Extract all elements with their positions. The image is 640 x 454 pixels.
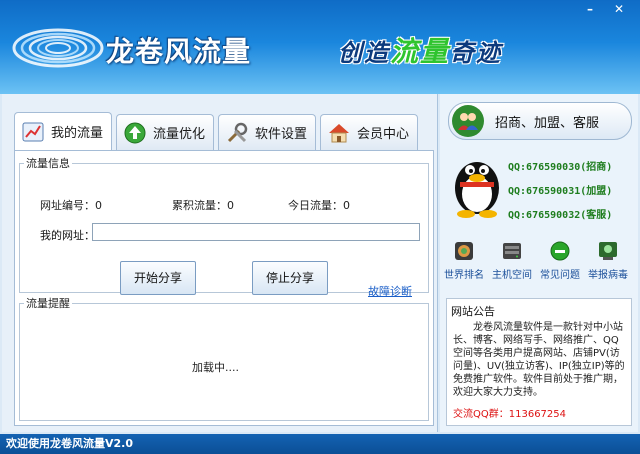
quick-link-report-virus[interactable]: 举报病毒 — [584, 240, 632, 281]
home-icon — [329, 123, 350, 142]
tornado-logo-icon — [12, 28, 104, 68]
slogan-part-1: 创造 — [338, 39, 390, 67]
close-button[interactable]: ✕ — [604, 2, 634, 18]
contact-label: 招商、加盟、客服 — [495, 115, 600, 131]
qq-contact-list: QQ:676590030(招商) QQ:676590031(加盟) QQ:676… — [508, 156, 612, 228]
app-header: 龙卷风流量 创造流量奇迹 – ✕ — [0, 0, 640, 94]
slogan-part-3: 奇迹 — [450, 39, 503, 67]
app-title: 龙卷风流量 — [106, 35, 252, 68]
notice-title: 网站公告 — [451, 305, 495, 318]
upload-arrow-icon — [124, 122, 146, 143]
qq-item: QQ:676590031(加盟) — [508, 186, 613, 197]
notice-body: 龙卷风流量软件是一款针对中小站长、博客、网络写手、网络推广、QQ空间等各类用户提… — [453, 322, 625, 397]
stop-share-button[interactable]: 停止分享 — [252, 261, 328, 295]
server-icon — [503, 243, 521, 259]
main-area: 我的流量 流量优化 软件设置 会员中心 流量信息 网址编号：0 累积流量：0 今… — [0, 94, 640, 434]
traffic-reminder-group: 流量提醒 加载中.... — [19, 295, 429, 421]
start-share-button[interactable]: 开始分享 — [120, 261, 196, 295]
people-icon — [452, 105, 484, 137]
url-input[interactable] — [92, 223, 420, 241]
traffic-reminder-legend: 流量提醒 — [26, 297, 70, 310]
tab-label: 流量优化 — [153, 127, 206, 142]
help-icon — [550, 241, 570, 261]
url-label: 我的网址： — [40, 229, 95, 242]
window-controls: – ✕ — [578, 2, 634, 18]
quick-link-world-rank[interactable]: 世界排名 — [440, 240, 488, 281]
tab-my-traffic[interactable]: 我的流量 — [14, 112, 113, 150]
quick-link-label: 举报病毒 — [588, 270, 628, 281]
quick-link-label: 世界排名 — [444, 270, 484, 281]
tools-icon — [227, 122, 248, 142]
tab-traffic-optimize[interactable]: 流量优化 — [116, 114, 215, 150]
quick-link-faq[interactable]: 常见问题 — [536, 240, 584, 281]
slogan-part-2: 流量 — [390, 35, 451, 68]
today-traffic-text: 今日流量：0 — [288, 199, 350, 212]
qq-item: QQ:676590030(招商) — [508, 162, 613, 173]
url-id-text: 网址编号：0 — [40, 199, 102, 212]
slogan: 创造流量奇迹 — [338, 30, 502, 70]
report-virus-icon — [599, 242, 617, 260]
contact-button[interactable]: 招商、加盟、客服 — [448, 102, 632, 140]
globe-rank-icon — [455, 242, 473, 260]
qq-item: QQ:676590032(客服) — [508, 210, 613, 221]
tab-bar: 我的流量 流量优化 软件设置 会员中心 — [14, 112, 419, 150]
quick-links: 世界排名 主机空间 常见问题 举报病毒 — [440, 240, 638, 281]
tab-label: 会员中心 — [357, 127, 410, 142]
tab-label: 软件设置 — [255, 127, 308, 142]
notice-qq-group: 交流QQ群：113667254 — [453, 409, 567, 420]
minimize-button[interactable]: – — [578, 2, 602, 18]
quick-link-label: 常见问题 — [540, 270, 580, 281]
site-notice: 网站公告 龙卷风流量软件是一款针对中小站长、博客、网络写手、网络推广、QQ空间等… — [446, 298, 632, 426]
tab-label: 我的流量 — [51, 126, 104, 141]
chart-icon — [22, 122, 44, 141]
tab-software-settings[interactable]: 软件设置 — [218, 114, 317, 150]
right-panel: 招商、加盟、客服 QQ:676590030(招商) QQ:676590031(加… — [440, 94, 638, 432]
traffic-info-legend: 流量信息 — [26, 157, 70, 170]
total-traffic-text: 累积流量：0 — [172, 199, 234, 212]
traffic-info-group: 流量信息 网址编号：0 累积流量：0 今日流量：0 我的网址： 开始分享 停止分… — [19, 155, 429, 298]
quick-link-host-space[interactable]: 主机空间 — [488, 240, 536, 281]
loading-text: 加载中.... — [192, 361, 239, 374]
tab-content: 流量信息 网址编号：0 累积流量：0 今日流量：0 我的网址： 开始分享 停止分… — [14, 150, 434, 426]
quick-link-label: 主机空间 — [492, 270, 532, 281]
left-panel: 我的流量 流量优化 软件设置 会员中心 流量信息 网址编号：0 累积流量：0 今… — [2, 94, 438, 432]
tab-member-center[interactable]: 会员中心 — [320, 114, 419, 150]
qq-penguin-icon — [455, 162, 499, 218]
status-bar: 欢迎使用龙卷风流量V2.0 — [0, 434, 640, 454]
